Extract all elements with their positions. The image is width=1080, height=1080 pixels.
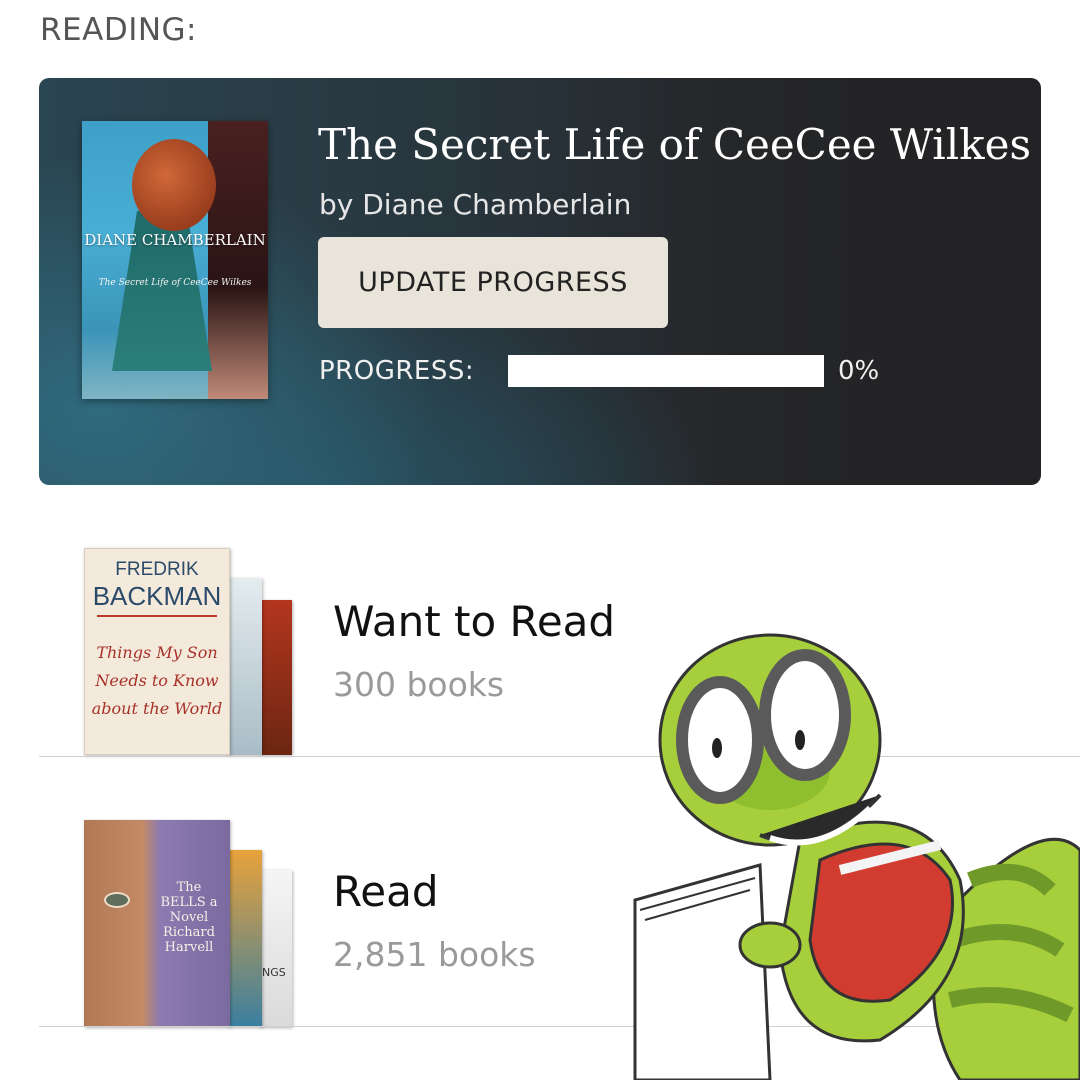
book-cover: [260, 600, 292, 755]
progress-bar: [508, 355, 824, 387]
shelf-name[interactable]: Want to Read: [333, 597, 615, 646]
book-cover: FREDRIK BACKMAN Things My Son Needs to K…: [84, 548, 230, 755]
cover-text: NGS: [262, 966, 286, 979]
progress-percent: 0%: [838, 356, 880, 386]
section-label-reading: READING:: [40, 12, 198, 48]
cover-title-text: The Secret Life of CeeCee Wilkes: [98, 278, 252, 288]
current-book-author[interactable]: by Diane Chamberlain: [319, 188, 631, 221]
progress-label: PROGRESS:: [319, 356, 475, 386]
current-book-title[interactable]: The Secret Life of CeeCee Wilkes: [318, 120, 1031, 169]
cover-author-last: BACKMAN: [92, 581, 222, 611]
cover-title-text: The BELLS a Novel Richard Harvell: [160, 880, 218, 955]
cover-title-text: Things My Son Needs to Know about the Wo…: [91, 643, 223, 718]
shelf-count: 2,851 books: [333, 935, 536, 974]
cover-art-adult: [208, 121, 268, 399]
cover-author-text: DIANE CHAMBERLAIN: [84, 231, 266, 249]
cover-author-first: FREDRIK: [115, 559, 199, 580]
book-cover: [228, 850, 262, 1027]
cover-art-hair: [132, 139, 216, 231]
cover-art-eye: [104, 892, 130, 908]
update-progress-button[interactable]: UPDATE PROGRESS: [318, 237, 668, 328]
current-book-cover[interactable]: DIANE CHAMBERLAIN The Secret Life of Cee…: [82, 121, 268, 399]
shelf-count: 300 books: [333, 665, 505, 704]
shelf-name[interactable]: Read: [333, 867, 439, 916]
book-cover: NGS: [260, 870, 292, 1027]
book-cover: The BELLS a Novel Richard Harvell: [84, 820, 230, 1027]
cover-rule: [97, 615, 217, 617]
bookworm-mascot-icon: [633, 633, 1080, 1080]
book-cover: [228, 578, 262, 755]
